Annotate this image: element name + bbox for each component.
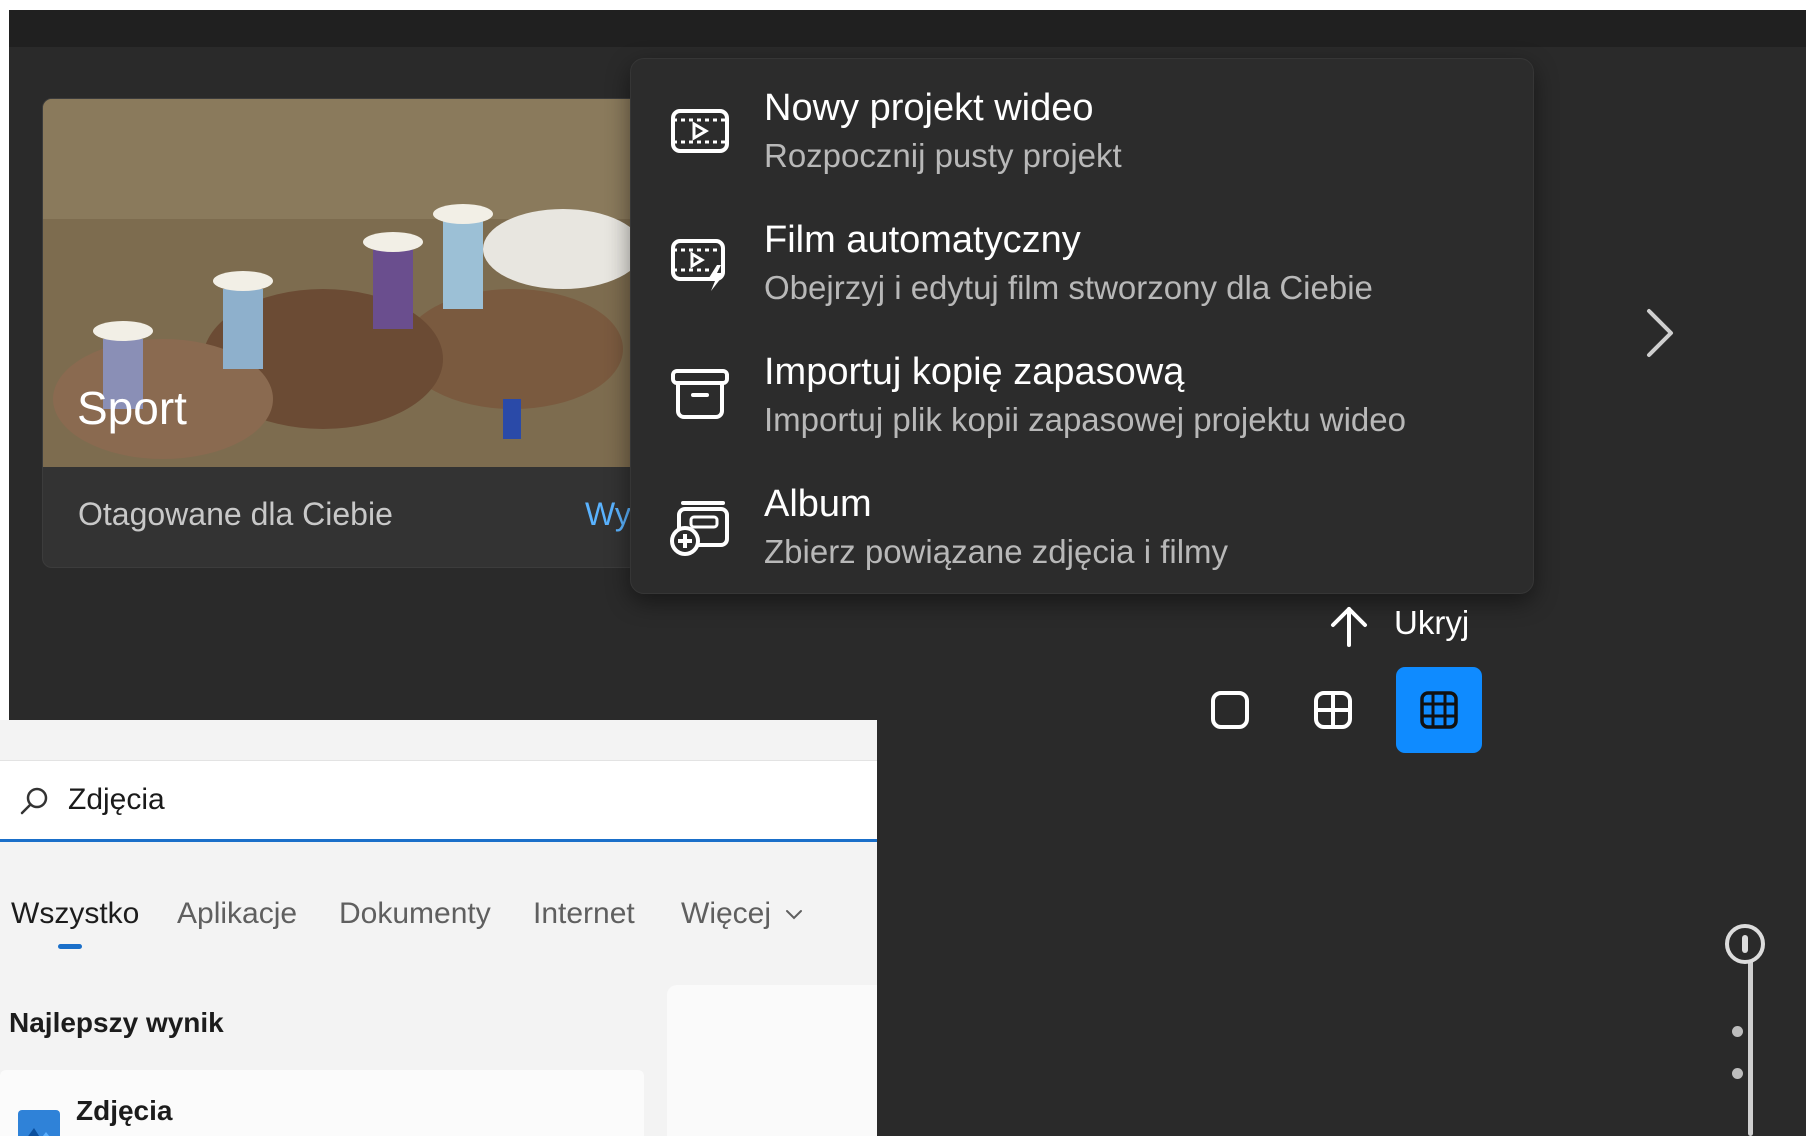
album-add-icon [670,501,729,556]
archive-icon [671,369,729,419]
title-bar [9,10,1806,47]
photos-app-icon [18,1110,60,1136]
chevron-right-icon[interactable] [1639,303,1679,363]
memory-card[interactable]: Sport Otagowane dla Ciebie Wy [42,98,644,568]
menu-item-title: Film automatyczny [764,219,1081,261]
tab-apps[interactable]: Aplikacje [177,897,297,931]
tab-web[interactable]: Internet [533,897,635,931]
scroll-dot [1732,1026,1743,1037]
medium-grid-icon [1314,691,1352,729]
tab-documents[interactable]: Dokumenty [339,897,491,931]
menu-item-new-video-project[interactable]: Nowy projekt wideo Rozpocznij pusty proj… [631,59,1533,177]
zoom-slider-track[interactable] [1748,945,1753,1136]
zoom-slider-thumb[interactable] [1725,924,1765,964]
search-icon [20,787,48,815]
active-tab-indicator [58,944,82,949]
medium-grid-button[interactable] [1290,667,1376,753]
hide-label: Ukryj [1394,604,1470,641]
arrow-up-icon [1331,607,1367,647]
menu-item-auto-movie[interactable]: Film automatyczny Obejrzyj i edytuj film… [631,191,1533,309]
small-grid-button[interactable] [1396,667,1482,753]
window-top-edge [0,0,1806,10]
tab-more-label: Więcej [681,897,772,930]
menu-item-title: Album [764,483,872,525]
card-photo: Sport [43,99,643,467]
chevron-down-icon [786,910,803,920]
menu-item-album[interactable]: Album Zbierz powiązane zdjęcia i filmy [631,455,1533,573]
card-title: Sport [77,382,187,434]
search-input[interactable] [68,777,848,823]
card-link[interactable]: Wy [585,496,631,533]
scroll-dot [1732,1068,1743,1079]
search-box[interactable] [0,760,877,842]
new-item-menu: Nowy projekt wideo Rozpocznij pusty proj… [630,58,1534,594]
single-view-icon [1211,691,1249,729]
single-view-button[interactable] [1187,667,1273,753]
menu-item-import-backup[interactable]: Importuj kopię zapasową Importuj plik ko… [631,323,1533,441]
tab-all[interactable]: Wszystko [11,897,139,931]
small-grid-icon [1420,691,1458,729]
menu-item-subtitle: Obejrzyj i edytuj film stworzony dla Cie… [764,269,1373,306]
result-preview-pane [667,985,877,1136]
menu-item-subtitle: Zbierz powiązane zdjęcia i filmy [764,533,1229,570]
menu-item-title: Nowy projekt wideo [764,87,1094,129]
menu-item-subtitle: Importuj plik kopii zapasowej projektu w… [764,401,1406,438]
card-caption: Otagowane dla Ciebie [78,496,393,532]
menu-item-title: Importuj kopię zapasową [764,351,1185,393]
auto-movie-icon [671,239,725,291]
best-match-heading: Najlepszy wynik [9,1007,224,1038]
menu-item-subtitle: Rozpocznij pusty projekt [764,137,1122,174]
tab-more[interactable]: Więcej [681,897,803,931]
best-match-result[interactable]: Zdjęcia [0,1070,644,1136]
video-project-icon [671,109,729,153]
best-match-app-name: Zdjęcia [76,1095,173,1126]
